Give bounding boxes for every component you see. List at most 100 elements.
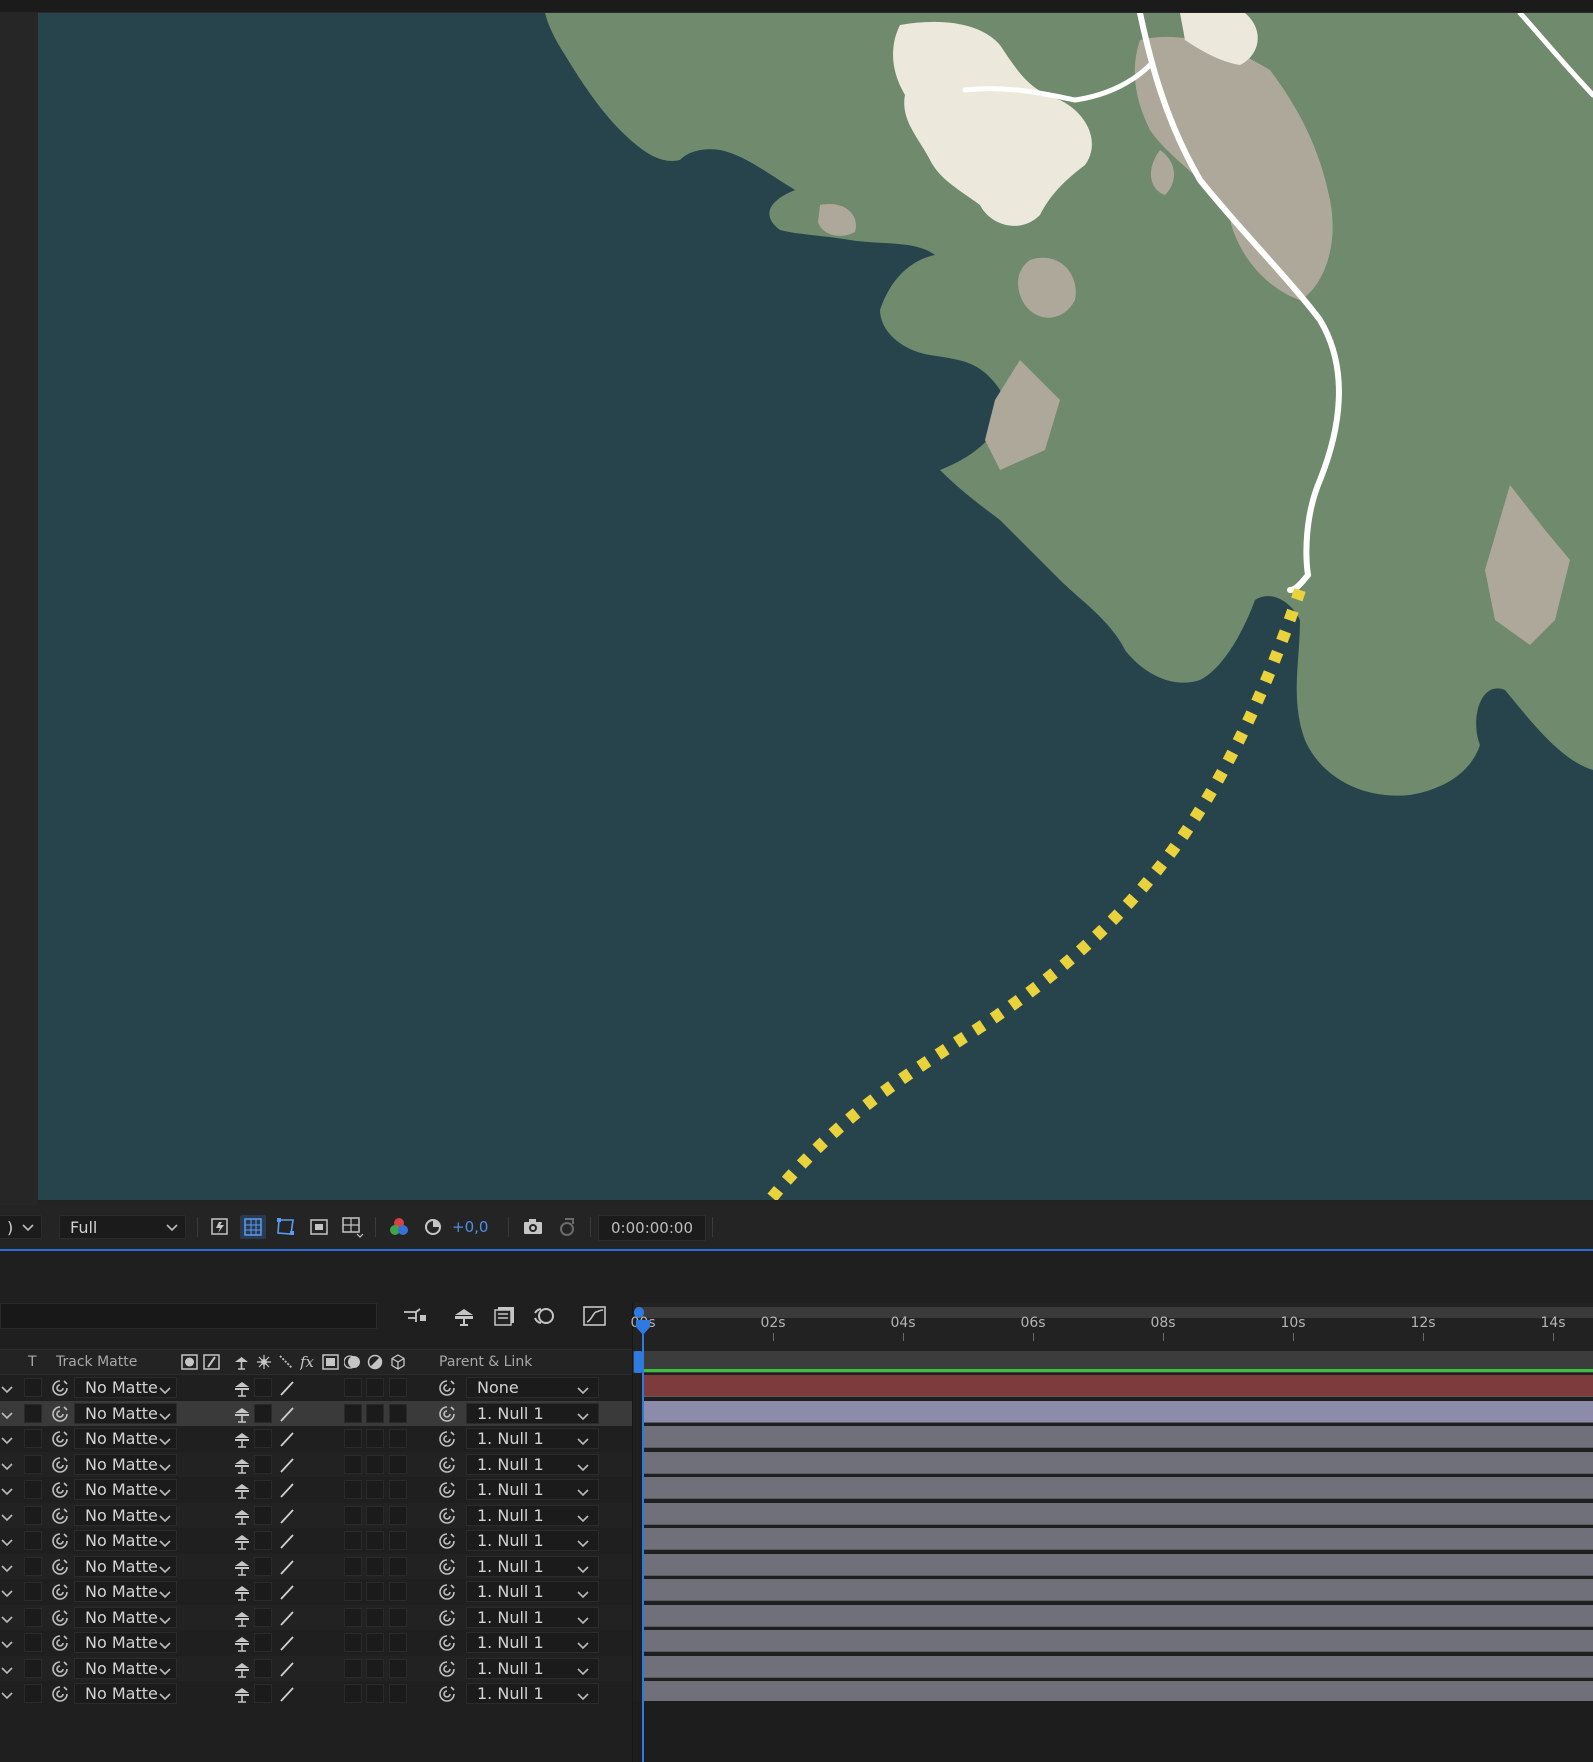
layer-duration-bar[interactable] <box>643 1681 1593 1703</box>
shy-switch-icon[interactable] <box>233 1656 251 1681</box>
motion-blur-switch-box[interactable] <box>344 1506 362 1525</box>
track-matte-dropdown[interactable]: No Matte <box>74 1607 177 1628</box>
parent-dropdown[interactable]: 1. Null 1 <box>466 1683 599 1704</box>
quality-switch-icon[interactable] <box>278 1579 296 1604</box>
track-matte-dropdown[interactable]: No Matte <box>74 1530 177 1551</box>
layer-row[interactable]: No Matte 1. Null 1 <box>0 1579 632 1604</box>
track-matte-pickwhip-icon[interactable] <box>50 1401 70 1426</box>
3d-switch-box[interactable] <box>389 1506 407 1525</box>
layer-row[interactable]: No Matte 1. Null 1 <box>0 1528 632 1553</box>
motion-blur-icon[interactable] <box>529 1303 559 1329</box>
parent-pickwhip-icon[interactable] <box>437 1503 457 1528</box>
quality-switch-icon[interactable] <box>278 1656 296 1681</box>
shy-switch-icon[interactable] <box>233 1554 251 1579</box>
track-matte-pickwhip-icon[interactable] <box>50 1579 70 1604</box>
layer-duration-bar[interactable] <box>643 1605 1593 1627</box>
motion-blur-switch-box[interactable] <box>344 1659 362 1678</box>
collapse-switch-box[interactable] <box>254 1404 272 1423</box>
3d-switch-box[interactable] <box>389 1608 407 1627</box>
chevron-down-icon[interactable] <box>0 1611 14 1630</box>
quality-switch-icon[interactable] <box>278 1375 296 1400</box>
3d-switch-box[interactable] <box>389 1404 407 1423</box>
color-channels-icon[interactable] <box>386 1215 412 1239</box>
quality-switch-icon[interactable] <box>278 1426 296 1451</box>
3d-switch-box[interactable] <box>389 1531 407 1550</box>
adjustment-switch-box[interactable] <box>366 1557 384 1576</box>
layer-duration-bar[interactable] <box>643 1477 1593 1499</box>
motion-blur-switch-box[interactable] <box>344 1582 362 1601</box>
track-matte-pickwhip-icon[interactable] <box>50 1630 70 1655</box>
adjustment-switch-box[interactable] <box>366 1455 384 1474</box>
motion-blur-switch-box[interactable] <box>344 1531 362 1550</box>
layer-row[interactable]: No Matte 1. Null 1 <box>0 1554 632 1579</box>
parent-dropdown[interactable]: 1. Null 1 <box>466 1556 599 1577</box>
label-color-box[interactable] <box>24 1582 42 1601</box>
mask-visibility-icon[interactable] <box>273 1215 299 1239</box>
collapse-switch-box[interactable] <box>254 1378 272 1397</box>
collapse-switch-box[interactable] <box>254 1531 272 1550</box>
layer-row[interactable]: No Matte 1. Null 1 <box>0 1656 632 1681</box>
parent-pickwhip-icon[interactable] <box>437 1554 457 1579</box>
adjustment-switch-box[interactable] <box>366 1404 384 1423</box>
collapse-switch-box[interactable] <box>254 1684 272 1703</box>
3d-switch-box[interactable] <box>389 1557 407 1576</box>
layer-row[interactable]: No Matte 1. Null 1 <box>0 1452 632 1477</box>
3d-switch-box[interactable] <box>389 1659 407 1678</box>
collapse-switch-box[interactable] <box>254 1480 272 1499</box>
collapse-switch-box[interactable] <box>254 1429 272 1448</box>
layer-row[interactable]: No Matte 1. Null 1 <box>0 1401 632 1426</box>
chevron-down-icon[interactable] <box>0 1509 14 1528</box>
track-matte-dropdown[interactable]: No Matte <box>74 1428 177 1449</box>
parent-link-column-label[interactable]: Parent & Link <box>439 1354 532 1370</box>
track-matte-pickwhip-icon[interactable] <box>50 1605 70 1630</box>
parent-dropdown[interactable]: 1. Null 1 <box>466 1632 599 1653</box>
quality-switch-icon[interactable] <box>278 1605 296 1630</box>
track-matte-dropdown[interactable]: No Matte <box>74 1479 177 1500</box>
layer-duration-bar[interactable] <box>643 1528 1593 1550</box>
parent-pickwhip-icon[interactable] <box>437 1681 457 1706</box>
chevron-down-icon[interactable] <box>0 1585 14 1604</box>
track-matte-dropdown[interactable]: No Matte <box>74 1683 177 1704</box>
3d-switch-box[interactable] <box>389 1455 407 1474</box>
adjustment-switch-box[interactable] <box>366 1633 384 1652</box>
chevron-down-icon[interactable] <box>0 1560 14 1579</box>
track-matte-dropdown[interactable]: No Matte <box>74 1658 177 1679</box>
snapshot-camera-icon[interactable] <box>520 1215 546 1239</box>
show-snapshot-icon[interactable] <box>554 1215 580 1239</box>
motion-blur-switch-box[interactable] <box>344 1608 362 1627</box>
parent-pickwhip-icon[interactable] <box>437 1630 457 1655</box>
parent-pickwhip-icon[interactable] <box>437 1426 457 1451</box>
shy-switch-icon[interactable] <box>233 1477 251 1502</box>
track-matte-column-label[interactable]: Track Matte <box>56 1354 137 1370</box>
transparency-grid-icon[interactable] <box>240 1215 266 1239</box>
label-color-box[interactable] <box>24 1429 42 1448</box>
region-of-interest-icon[interactable] <box>306 1215 332 1239</box>
magnification-dropdown[interactable]: ) <box>0 1215 42 1239</box>
parent-dropdown[interactable]: 1. Null 1 <box>466 1428 599 1449</box>
track-matte-pickwhip-icon[interactable] <box>50 1375 70 1400</box>
3d-switch-box[interactable] <box>389 1480 407 1499</box>
composition-map[interactable] <box>38 13 1593 1200</box>
layer-duration-bar[interactable] <box>643 1630 1593 1652</box>
track-matte-dropdown[interactable]: No Matte <box>74 1403 177 1424</box>
motion-blur-switch-box[interactable] <box>344 1684 362 1703</box>
track-matte-dropdown[interactable]: No Matte <box>74 1556 177 1577</box>
parent-pickwhip-icon[interactable] <box>437 1375 457 1400</box>
layer-row[interactable]: No Matte 1. Null 1 <box>0 1630 632 1655</box>
chevron-down-icon[interactable] <box>0 1381 14 1400</box>
chevron-down-icon[interactable] <box>0 1636 14 1655</box>
collapse-switch-box[interactable] <box>254 1659 272 1678</box>
track-matte-dropdown[interactable]: No Matte <box>74 1505 177 1526</box>
parent-pickwhip-icon[interactable] <box>437 1452 457 1477</box>
shy-switch-icon[interactable] <box>233 1681 251 1706</box>
layer-search-input[interactable] <box>0 1303 377 1329</box>
adjustment-switch-box[interactable] <box>366 1659 384 1678</box>
3d-switch-box[interactable] <box>389 1429 407 1448</box>
layer-duration-bar[interactable] <box>643 1452 1593 1474</box>
label-color-box[interactable] <box>24 1506 42 1525</box>
guides-icon[interactable] <box>338 1215 366 1239</box>
chevron-down-icon[interactable] <box>0 1662 14 1681</box>
track-matte-pickwhip-icon[interactable] <box>50 1681 70 1706</box>
layer-duration-bar[interactable] <box>643 1503 1593 1525</box>
adjustment-switch-box[interactable] <box>366 1506 384 1525</box>
